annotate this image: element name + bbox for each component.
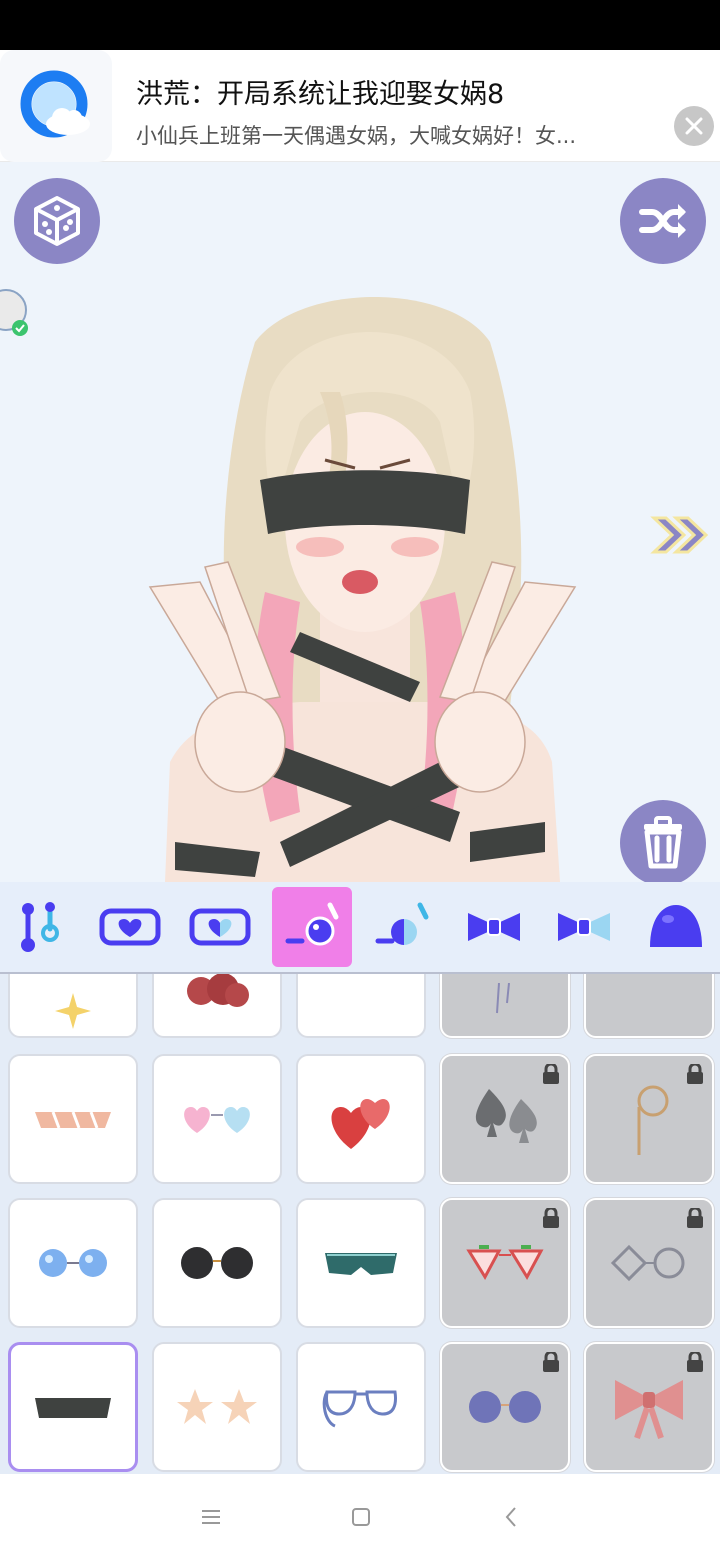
lock-icon xyxy=(687,1352,703,1372)
category-bar xyxy=(0,882,720,974)
category-eye-accessory[interactable] xyxy=(272,887,352,967)
visor-item[interactable] xyxy=(296,1198,426,1328)
category-hat[interactable] xyxy=(636,887,716,967)
online-badge-icon xyxy=(12,320,28,336)
round-blue-glasses-item[interactable] xyxy=(440,1342,570,1472)
lock-icon xyxy=(543,1064,559,1084)
half-mask-icon xyxy=(189,908,251,946)
hat-icon xyxy=(650,905,702,947)
heart-glasses-item[interactable] xyxy=(152,1054,282,1184)
home-icon[interactable] xyxy=(346,1502,376,1532)
category-small-bow[interactable] xyxy=(544,887,624,967)
character-stage xyxy=(0,162,720,882)
double-chevron-right-icon[interactable] xyxy=(650,512,712,562)
lock-icon xyxy=(543,1352,559,1372)
piercing-icon xyxy=(21,902,59,952)
lock-icon xyxy=(687,1064,703,1084)
blindfold-item[interactable] xyxy=(8,1342,138,1472)
white-item[interactable] xyxy=(296,974,426,1038)
small-bow-icon xyxy=(558,913,610,941)
black-sunglasses-item[interactable] xyxy=(152,1198,282,1328)
ad-subtitle[interactable]: 小仙兵上班第一天偶遇女娲，大喊女娲好！女... xyxy=(136,120,576,150)
eye-accessory-icon xyxy=(285,902,339,946)
heart-mask-icon xyxy=(99,908,161,946)
sparkles-item[interactable] xyxy=(8,974,138,1038)
line-item[interactable] xyxy=(584,974,714,1038)
red-bow-item[interactable] xyxy=(584,1342,714,1472)
roses-item[interactable] xyxy=(152,974,282,1038)
red-hearts-item[interactable] xyxy=(296,1054,426,1184)
dangle-item[interactable] xyxy=(440,974,570,1038)
browser-logo-icon xyxy=(0,50,112,162)
category-piercing[interactable] xyxy=(0,887,80,967)
half-eye-accessory-icon xyxy=(375,902,429,945)
menu-icon[interactable] xyxy=(196,1502,226,1532)
aviator-glasses-item[interactable] xyxy=(296,1342,426,1472)
strawberry-glasses-item[interactable] xyxy=(440,1198,570,1328)
category-bow-tie[interactable] xyxy=(454,887,534,967)
character-illustration xyxy=(148,297,577,882)
spade-item[interactable] xyxy=(440,1054,570,1184)
dice-icon xyxy=(34,196,80,246)
system-nav-bar xyxy=(0,1474,720,1560)
star-glasses-item[interactable] xyxy=(152,1342,282,1472)
avatar[interactable] xyxy=(0,282,32,342)
close-icon[interactable] xyxy=(674,106,714,146)
shuffle-icon xyxy=(639,204,686,238)
blush-stripes-item[interactable] xyxy=(8,1054,138,1184)
category-half-mask[interactable] xyxy=(180,887,260,967)
lock-icon xyxy=(543,1208,559,1228)
ad-banner[interactable]: 洪荒：开局系统让我迎娶女娲8 小仙兵上班第一天偶遇女娲，大喊女娲好！女... 广… xyxy=(0,50,720,206)
category-heart-mask[interactable] xyxy=(90,887,170,967)
trash-icon xyxy=(644,816,682,869)
shuffle-button[interactable] xyxy=(620,178,706,264)
delete-button[interactable] xyxy=(620,800,706,882)
monocle-item[interactable] xyxy=(584,1054,714,1184)
crystal-glasses-item[interactable] xyxy=(8,1198,138,1328)
item-grid xyxy=(0,974,720,1474)
diamond-glasses-item[interactable] xyxy=(584,1198,714,1328)
back-icon[interactable] xyxy=(496,1502,526,1532)
random-dice-button[interactable] xyxy=(14,178,100,264)
status-bar xyxy=(0,0,720,50)
category-half-eye-accessory[interactable] xyxy=(362,887,442,967)
ad-title[interactable]: 洪荒：开局系统让我迎娶女娲8 xyxy=(136,72,504,111)
lock-icon xyxy=(687,1208,703,1228)
bow-tie-icon xyxy=(468,913,520,941)
